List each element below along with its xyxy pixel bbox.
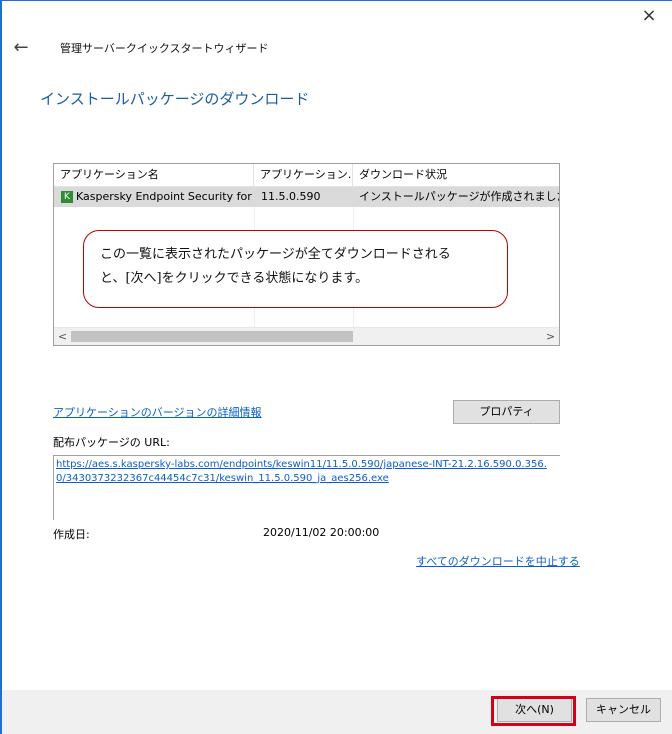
callout-line-1: この一覧に表示されたパッケージが全てダウンロードされる xyxy=(100,247,451,262)
close-icon[interactable]: × xyxy=(636,2,662,28)
url-label: 配布パッケージの URL: xyxy=(53,436,170,449)
cell-version: 11.5.0.590 xyxy=(261,190,321,203)
horizontal-scrollbar[interactable]: < > xyxy=(54,327,559,345)
annotation-callout: この一覧に表示されたパッケージが全てダウンロードされる と、[次へ]をクリックで… xyxy=(83,230,508,308)
window-border-left xyxy=(0,0,2,734)
kaspersky-app-icon: K xyxy=(61,191,73,203)
wizard-title: 管理サーバークイックスタートウィザード xyxy=(60,42,269,55)
column-header-status[interactable]: ダウンロード状況 xyxy=(353,164,559,186)
scroll-thumb[interactable] xyxy=(71,331,353,342)
back-arrow-icon[interactable]: ← xyxy=(10,37,32,58)
table-row[interactable]: K Kaspersky Endpoint Security for … 11.5… xyxy=(54,187,559,207)
created-date-label: 作成日: xyxy=(53,528,90,541)
column-header-version[interactable]: アプリケーション… xyxy=(254,164,353,186)
table-header: アプリケーション名 アプリケーション… ダウンロード状況 xyxy=(54,164,559,187)
stop-all-downloads-link[interactable]: すべてのダウンロードを中止する xyxy=(416,553,580,569)
url-field[interactable]: https://aes.s.kaspersky-labs.com/endpoin… xyxy=(53,455,560,520)
window-border xyxy=(0,0,672,1)
scroll-right-icon[interactable]: > xyxy=(542,328,559,345)
next-button-highlight xyxy=(491,696,576,726)
page-heading: インストールパッケージのダウンロード xyxy=(40,90,310,108)
column-header-app-name[interactable]: アプリケーション名 xyxy=(54,164,254,186)
cell-app-name: Kaspersky Endpoint Security for … xyxy=(76,190,252,203)
version-details-link[interactable]: アプリケーションのバージョンの詳細情報 xyxy=(53,404,262,420)
callout-line-2: と、[次へ]をクリックできる状態になります。 xyxy=(100,271,369,286)
cancel-button[interactable]: キャンセル xyxy=(586,698,661,722)
properties-button[interactable]: プロパティ xyxy=(453,400,560,424)
scroll-left-icon[interactable]: < xyxy=(54,328,71,345)
cell-status: インストールパッケージが作成されました xyxy=(359,190,559,203)
created-date-value: 2020/11/02 20:00:00 xyxy=(263,526,380,539)
package-url-link[interactable]: https://aes.s.kaspersky-labs.com/endpoin… xyxy=(56,458,556,486)
